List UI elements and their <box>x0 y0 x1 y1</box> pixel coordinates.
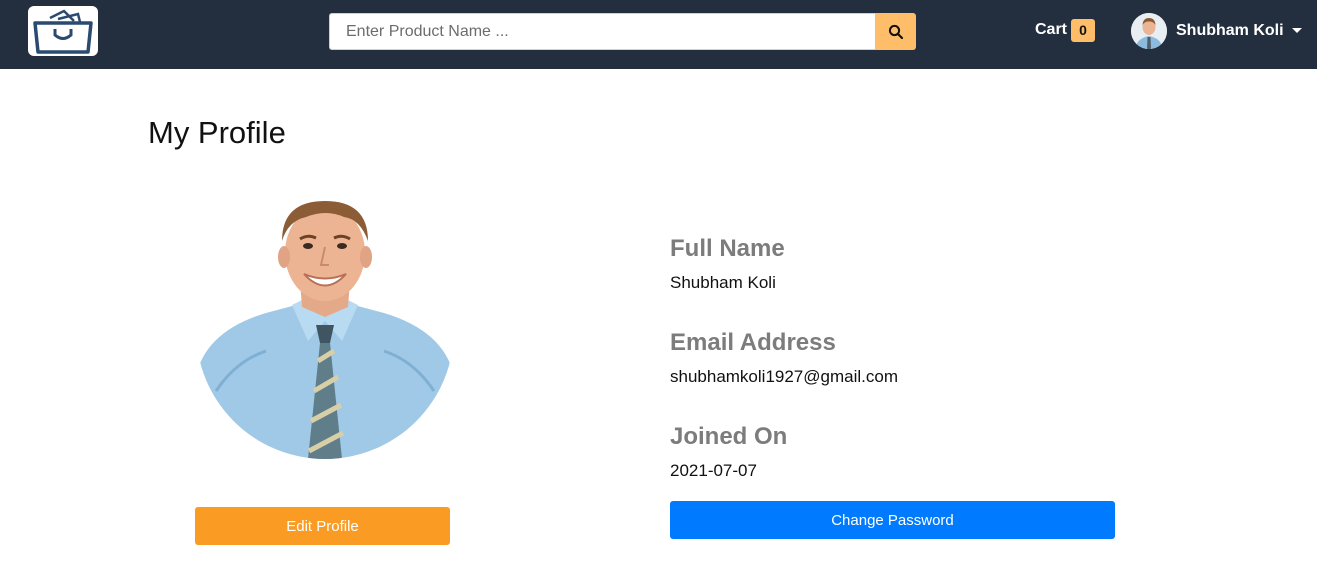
full-name-value: Shubham Koli <box>670 273 776 292</box>
navbar: Cart 0 Shubham Koli <box>0 0 1317 69</box>
joined-on-label: Joined On <box>670 423 788 450</box>
site-logo[interactable] <box>28 6 98 56</box>
email-field: Email Address shubhamkoli1927@gmail.com <box>670 329 898 387</box>
page-title: My Profile <box>148 115 286 150</box>
joined-on-field: Joined On 2021-07-07 <box>670 423 787 481</box>
search-button[interactable] <box>875 13 916 50</box>
user-name: Shubham Koli <box>1176 21 1284 39</box>
caret-down-icon <box>1291 28 1302 33</box>
edit-profile-button[interactable]: Edit Profile <box>195 507 450 545</box>
cart-count-badge: 0 <box>1071 18 1096 42</box>
change-password-button[interactable]: Change Password <box>670 501 1115 539</box>
user-menu-toggle[interactable]: Shubham Koli <box>1131 12 1302 49</box>
joined-on-value: 2021-07-07 <box>670 461 757 480</box>
shopping-bag-icon <box>33 9 93 54</box>
search-icon <box>888 24 903 39</box>
full-name-field: Full Name Shubham Koli <box>670 235 785 293</box>
full-name-label: Full Name <box>670 235 785 262</box>
search-input[interactable] <box>329 13 876 50</box>
email-value: shubhamkoli1927@gmail.com <box>670 367 898 386</box>
avatar <box>1131 12 1167 49</box>
cart-link[interactable]: Cart 0 <box>1035 18 1096 42</box>
email-label: Email Address <box>670 329 836 356</box>
profile-photo <box>196 201 454 459</box>
cart-label: Cart <box>1035 21 1068 38</box>
search-bar <box>329 13 916 50</box>
